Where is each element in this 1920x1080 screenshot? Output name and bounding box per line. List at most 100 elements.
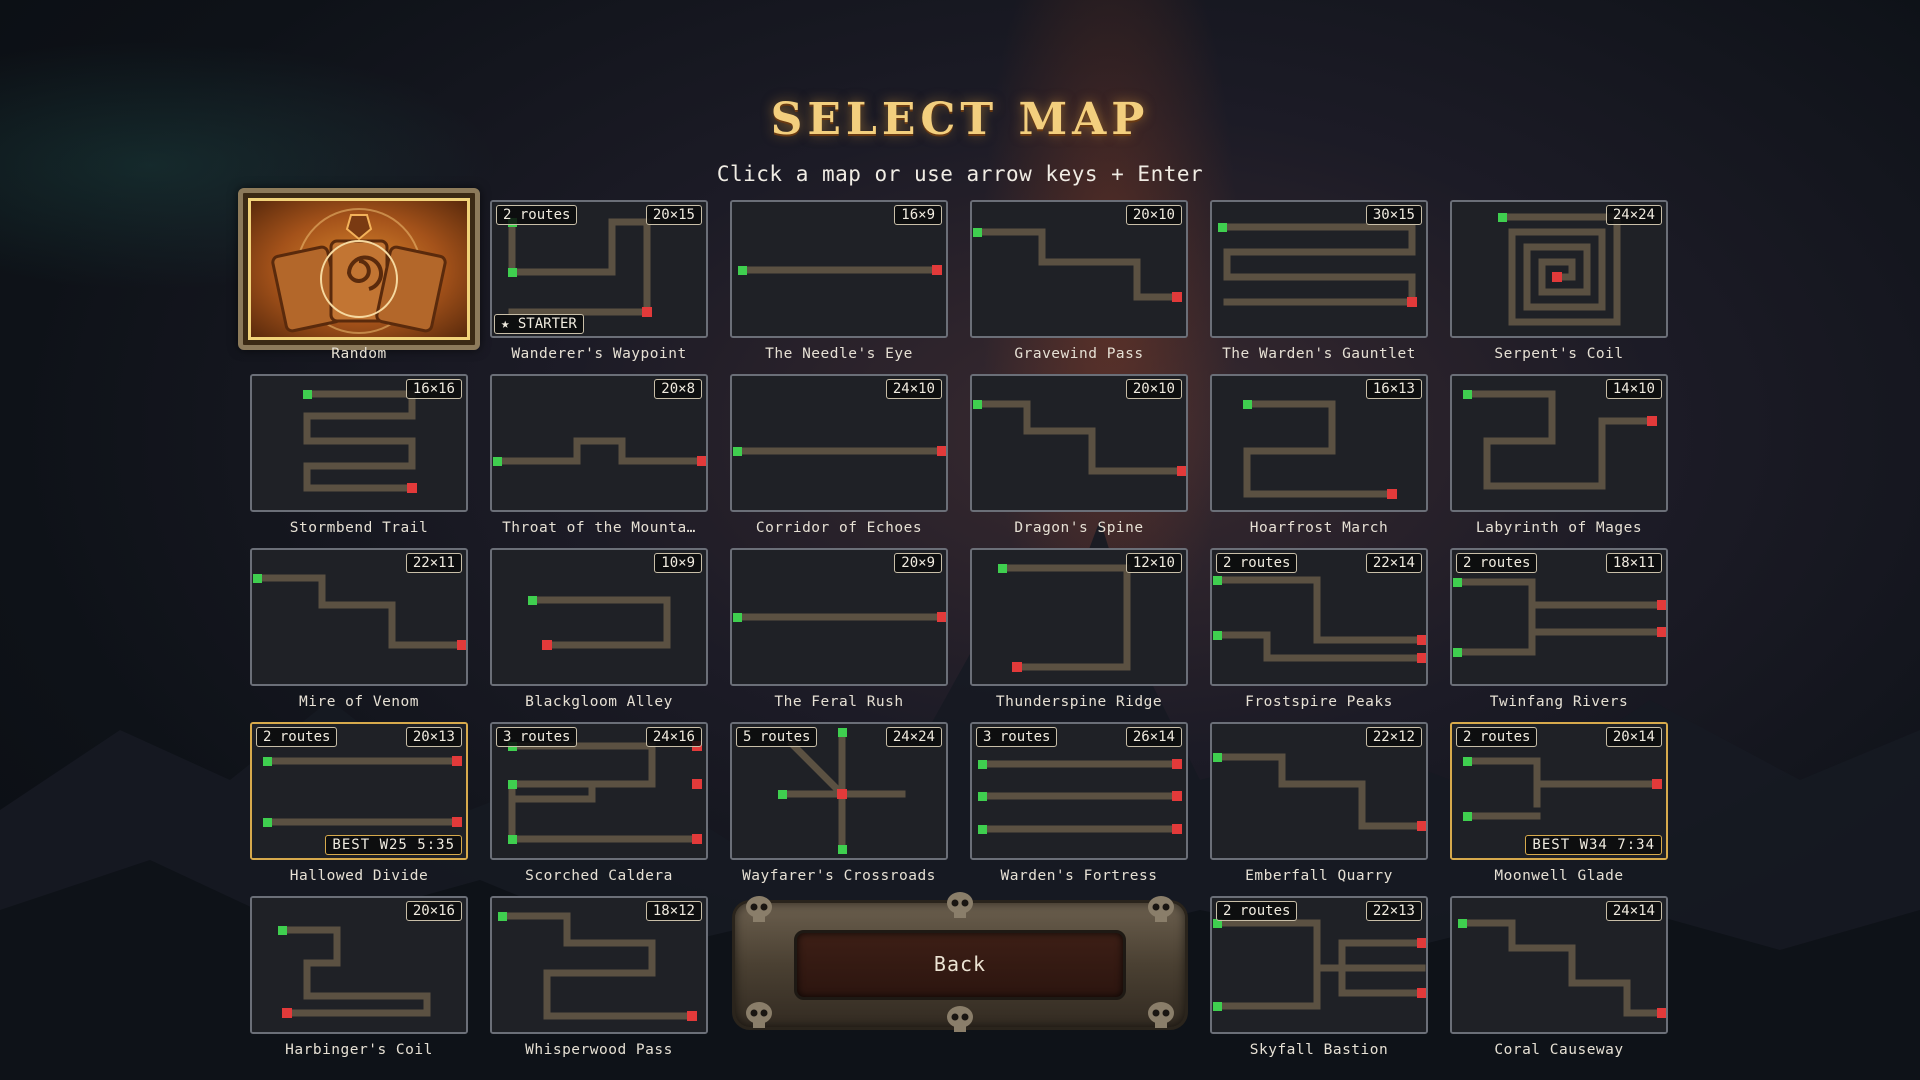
map-tile[interactable]: 20×16 Harbinger's Coil <box>250 896 468 1058</box>
map-preview[interactable]: 24×24 5 routes <box>730 722 948 860</box>
map-tile[interactable]: 22×11 Mire of Venom <box>250 548 468 710</box>
map-preview[interactable]: 10×9 <box>490 548 708 686</box>
best-record-badge: BEST W25 5:35 <box>325 835 462 855</box>
route-count-badge: 2 routes <box>1456 553 1538 573</box>
map-preview[interactable]: 22×13 2 routes <box>1210 896 1428 1034</box>
map-preview[interactable]: 24×10 <box>730 374 948 512</box>
map-tile[interactable]: 18×12 Whisperwood Pass <box>490 896 708 1058</box>
spawn-marker <box>508 268 517 277</box>
starter-badge: ★ STARTER <box>494 314 584 334</box>
map-preview[interactable]: 20×16 <box>250 896 468 1034</box>
map-tile[interactable]: 20×14 2 routes BEST W34 7:34 Moonwell Glade <box>1450 722 1668 884</box>
spawn-marker <box>263 757 272 766</box>
map-tile[interactable]: Random <box>238 188 480 362</box>
instructions-text: Click a map or use arrow keys + Enter <box>716 162 1204 186</box>
exit-marker <box>687 1011 697 1021</box>
map-tile[interactable]: 16×13 Hoarfrost March <box>1210 374 1428 536</box>
map-preview[interactable]: 20×10 <box>970 374 1188 512</box>
map-name-label: Dragon's Spine <box>1014 520 1144 536</box>
map-tile[interactable]: 16×16 Stormbend Trail <box>250 374 468 536</box>
map-preview[interactable]: 20×9 <box>730 548 948 686</box>
map-preview[interactable]: 20×8 <box>490 374 708 512</box>
exit-marker <box>692 779 702 789</box>
spawn-marker <box>1213 753 1222 762</box>
map-preview[interactable]: 22×11 <box>250 548 468 686</box>
spawn-marker <box>263 818 272 827</box>
map-tile[interactable]: 18×11 2 routes Twinfang Rivers <box>1450 548 1668 710</box>
map-tile[interactable]: 26×14 3 routes Warden's Fortress <box>970 722 1188 884</box>
map-preview[interactable]: 26×14 3 routes <box>970 722 1188 860</box>
map-name-label: Labyrinth of Mages <box>1475 520 1643 536</box>
map-name-label: Gravewind Pass <box>1014 346 1144 362</box>
map-size-badge: 20×13 <box>405 727 462 747</box>
exit-marker <box>1177 466 1186 476</box>
map-tile[interactable]: 20×13 2 routes BEST W25 5:35 Hallowed Divid… <box>250 722 468 884</box>
map-tile[interactable]: 24×24 5 routes Wayfarer's Crossroads <box>730 722 948 884</box>
map-preview[interactable]: 20×13 2 routes BEST W25 5:35 <box>250 722 468 860</box>
map-preview[interactable]: 12×10 <box>970 548 1188 686</box>
map-tile[interactable]: 12×10 Thunderspine Ridge <box>970 548 1188 710</box>
map-tile[interactable]: 30×15 The Warden's Gauntlet <box>1210 200 1428 362</box>
map-preview[interactable]: 16×13 <box>1210 374 1428 512</box>
map-preview[interactable]: 20×10 <box>970 200 1188 338</box>
map-tile[interactable]: 20×8 Throat of the Mounta… <box>490 374 708 536</box>
map-preview[interactable]: 24×14 <box>1450 896 1668 1034</box>
skull-ornament-icon <box>1148 1002 1174 1028</box>
map-preview[interactable]: 20×14 2 routes BEST W34 7:34 <box>1450 722 1668 860</box>
map-preview[interactable]: 22×12 <box>1210 722 1428 860</box>
exit-marker <box>1172 824 1182 834</box>
exit-marker <box>1172 759 1182 769</box>
map-tile[interactable]: 22×14 2 routes Frostspire Peaks <box>1210 548 1428 710</box>
map-preview[interactable]: 18×11 2 routes <box>1450 548 1668 686</box>
spawn-marker <box>778 790 787 799</box>
map-size-badge: 30×15 <box>1365 205 1422 225</box>
map-size-badge: 22×14 <box>1365 553 1422 573</box>
map-tile[interactable]: 20×10 Gravewind Pass <box>970 200 1188 362</box>
spawn-marker <box>1458 919 1467 928</box>
map-preview[interactable]: 18×12 <box>490 896 708 1034</box>
map-tile[interactable]: 24×10 Corridor of Echoes <box>730 374 948 536</box>
map-name-label: The Feral Rush <box>774 694 904 710</box>
map-preview[interactable]: 16×16 <box>250 374 468 512</box>
random-map-art[interactable] <box>248 198 470 340</box>
map-tile[interactable]: 20×15 2 routes ★ STARTER Wanderer's Waypoin… <box>490 200 708 362</box>
map-name-label: Blackgloom Alley <box>525 694 673 710</box>
exit-marker <box>452 756 462 766</box>
route-count-badge: 2 routes <box>1456 727 1538 747</box>
spawn-marker <box>498 912 507 921</box>
map-tile[interactable]: 24×24 Serpent's Coil <box>1450 200 1668 362</box>
spawn-marker <box>1453 648 1462 657</box>
spawn-marker <box>508 835 517 844</box>
map-size-badge: 24×24 <box>1605 205 1662 225</box>
page-title: SELECT MAP <box>770 94 1150 145</box>
map-preview[interactable]: 24×16 3 routes <box>490 722 708 860</box>
map-tile[interactable]: 20×10 Dragon's Spine <box>970 374 1188 536</box>
map-size-badge: 18×12 <box>645 901 702 921</box>
exit-marker <box>1407 297 1417 307</box>
exit-marker <box>1417 821 1426 831</box>
map-preview[interactable]: 24×24 <box>1450 200 1668 338</box>
map-size-badge: 24×14 <box>1605 901 1662 921</box>
map-preview[interactable]: 16×9 <box>730 200 948 338</box>
route-count-badge: 2 routes <box>496 205 578 225</box>
map-tile[interactable]: 16×9 The Needle's Eye <box>730 200 948 362</box>
map-preview[interactable]: 30×15 <box>1210 200 1428 338</box>
back-button[interactable]: Back <box>732 892 1188 1032</box>
map-tile[interactable]: 14×10 Labyrinth of Mages <box>1450 374 1668 536</box>
map-tile[interactable]: 22×13 2 routes Skyfall Bastion <box>1210 896 1428 1058</box>
map-tile[interactable]: 10×9 Blackgloom Alley <box>490 548 708 710</box>
map-tile[interactable]: 24×14 Coral Causeway <box>1450 896 1668 1058</box>
exit-marker <box>937 612 946 622</box>
map-name-label: Thunderspine Ridge <box>995 694 1163 710</box>
map-tile[interactable]: 20×9 The Feral Rush <box>730 548 948 710</box>
map-tile[interactable]: 22×12 Emberfall Quarry <box>1210 722 1428 884</box>
spawn-marker <box>1498 213 1507 222</box>
map-name-label: Wanderer's Waypoint <box>511 346 687 362</box>
map-preview[interactable]: 20×15 2 routes ★ STARTER <box>490 200 708 338</box>
exit-marker <box>407 483 417 493</box>
map-preview[interactable]: 22×14 2 routes <box>1210 548 1428 686</box>
map-tile[interactable]: 24×16 3 routes Scorched Caldera <box>490 722 708 884</box>
map-name-label: Serpent's Coil <box>1494 346 1624 362</box>
exit-marker <box>642 307 652 317</box>
map-preview[interactable]: 14×10 <box>1450 374 1668 512</box>
